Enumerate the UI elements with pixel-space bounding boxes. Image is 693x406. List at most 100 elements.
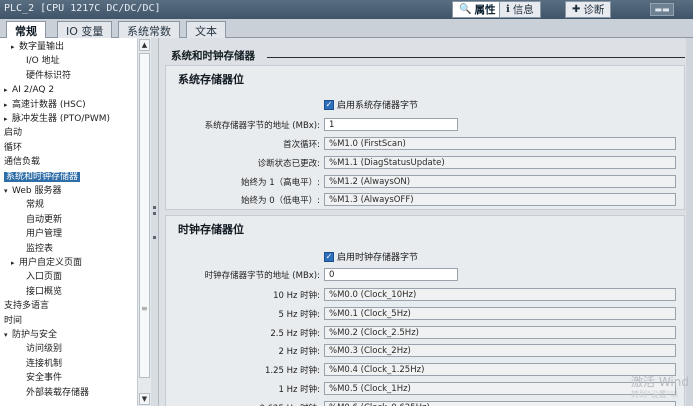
nav-item[interactable]: 支持多语言 bbox=[4, 300, 49, 312]
nav-item-label: 用户自定义页面 bbox=[19, 258, 83, 268]
system-field-value: %M1.1 (DiagStatusUpdate) bbox=[324, 155, 676, 169]
property-content: 系统和时钟存储器 系统存储器位 ✓ 启用系统存储器字节 系统存储器字节的地址 (… bbox=[159, 38, 693, 406]
tab-io-tags[interactable]: IO 变量 bbox=[57, 21, 113, 38]
nav-item[interactable]: 通信负载 bbox=[4, 156, 40, 168]
expanded-arrow-icon[interactable]: ▾ bbox=[4, 185, 12, 197]
nav-item[interactable]: ▸ 高速计数器 (HSC) bbox=[4, 99, 86, 111]
nav-item[interactable]: 硬件标识符 bbox=[26, 70, 71, 82]
section-title: 系统和时钟存储器 bbox=[171, 50, 255, 62]
splitter-grip-icon bbox=[153, 236, 156, 239]
clock-memory-address-label: 时钟存储器字节的地址 (MBx): bbox=[204, 271, 320, 281]
nav-item[interactable]: 循环 bbox=[4, 142, 22, 154]
nav-item[interactable]: ▾ 防护与安全 bbox=[4, 329, 57, 341]
nav-item[interactable]: 系统和时钟存储器 bbox=[4, 171, 81, 183]
system-memory-panel: 系统存储器位 ✓ 启用系统存储器字节 系统存储器字节的地址 (MBx): 1 首… bbox=[165, 65, 685, 210]
clock-field-value: %M0.2 (Clock_2.5Hz) bbox=[324, 325, 676, 339]
tab-info-label: 信息 bbox=[512, 4, 534, 16]
section-divider bbox=[267, 57, 685, 58]
nav-item-label: 高速计数器 (HSC) bbox=[12, 99, 86, 110]
content-scrollbar[interactable] bbox=[686, 38, 693, 406]
nav-item[interactable]: 安全事件 bbox=[26, 372, 62, 384]
nav-item[interactable]: 入口页面 bbox=[26, 271, 62, 283]
clock-field-label: 0.625 Hz 时钟: bbox=[260, 402, 320, 406]
scroll-up-icon[interactable]: ▲ bbox=[139, 39, 150, 51]
tab-properties[interactable]: 🔍 属性 bbox=[452, 1, 503, 18]
clock-memory-address-input[interactable]: 0 bbox=[324, 268, 458, 281]
collapsed-arrow-icon[interactable]: ▸ bbox=[4, 84, 12, 96]
activation-watermark: 激活 Wind bbox=[631, 375, 689, 389]
collapsed-arrow-icon[interactable]: ▸ bbox=[11, 41, 19, 53]
collapsed-arrow-icon[interactable]: ▸ bbox=[4, 99, 12, 111]
system-field-label: 始终为 0（低电平）: bbox=[241, 196, 320, 207]
splitter-grip-icon bbox=[153, 212, 156, 215]
nav-item-label: 系统和时钟存储器 bbox=[4, 171, 81, 182]
collapsed-arrow-icon[interactable]: ▸ bbox=[11, 257, 19, 269]
panel-splitter[interactable] bbox=[151, 38, 159, 406]
system-memory-enable-label: 启用系统存储器字节 bbox=[337, 101, 419, 111]
tab-general[interactable]: 常规 bbox=[6, 21, 46, 39]
tab-diagnostics-label: 诊断 bbox=[583, 4, 605, 16]
system-field-label: 首次循环: bbox=[283, 140, 320, 150]
nav-item[interactable]: I/O 地址 bbox=[26, 55, 60, 67]
nav-item[interactable]: 时间 bbox=[4, 315, 22, 327]
scroll-thumb[interactable] bbox=[139, 53, 150, 378]
clock-memory-enable-label: 启用时钟存储器字节 bbox=[337, 253, 419, 263]
tab-system-constants[interactable]: 系统常数 bbox=[118, 21, 180, 38]
nav-item[interactable]: 监控表 bbox=[26, 243, 53, 255]
title-bar: PLC_2 [CPU 1217C DC/DC/DC] 🔍 属性 ℹ 信息 ✚ 诊… bbox=[0, 0, 693, 19]
nav-item[interactable]: ▾ Web 服务器 bbox=[4, 185, 61, 197]
nav-item[interactable]: 自动更新 bbox=[26, 214, 62, 226]
nav-item-label: 访问级别 bbox=[26, 344, 63, 355]
clock-memory-enable-checkbox[interactable]: ✓ 启用时钟存储器字节 bbox=[324, 250, 418, 263]
clock-field-label: 1.25 Hz 时钟: bbox=[264, 366, 320, 377]
clock-field-value: %M0.5 (Clock_1Hz) bbox=[324, 382, 676, 395]
nav-item-label: 数字量输出 bbox=[19, 42, 65, 52]
tab-diagnostics[interactable]: ✚ 诊断 bbox=[565, 1, 612, 18]
nav-item[interactable]: ▸ 用户自定义页面 bbox=[11, 257, 82, 269]
nav-item[interactable]: 用户管理 bbox=[26, 228, 62, 240]
nav-item[interactable]: ▸ 脉冲发生器 (PTO/PWM) bbox=[4, 113, 110, 125]
clock-memory-panel: 时钟存储器位 ✓ 启用时钟存储器字节 时钟存储器字节的地址 (MBx): 0 1… bbox=[165, 215, 685, 406]
clock-field-label: 2 Hz 时钟: bbox=[278, 347, 320, 358]
nav-item-label: 时间 bbox=[4, 315, 23, 326]
scroll-grip-icon: ≡ bbox=[141, 304, 148, 313]
nav-item[interactable]: 接口概览 bbox=[26, 286, 62, 298]
info-icon: ℹ bbox=[506, 4, 510, 15]
system-field-label: 始终为 1（高电平）: bbox=[241, 177, 320, 188]
activation-watermark-sub: 转到"设置"以 bbox=[631, 390, 679, 399]
properties-icon: 🔍 bbox=[459, 4, 472, 15]
system-memory-enable-checkbox[interactable]: ✓ 启用系统存储器字节 bbox=[324, 98, 418, 111]
system-memory-address-input[interactable]: 1 bbox=[324, 118, 458, 131]
nav-item[interactable]: 启动 bbox=[4, 127, 22, 139]
nav-item[interactable]: 访问级别 bbox=[26, 343, 62, 355]
nav-item-label: 监控表 bbox=[26, 243, 54, 254]
nav-item-label: 启动 bbox=[4, 128, 23, 139]
system-field-label: 诊断状态已更改: bbox=[257, 158, 320, 169]
expanded-arrow-icon[interactable]: ▾ bbox=[4, 329, 12, 341]
tab-info[interactable]: ℹ 信息 bbox=[499, 1, 541, 18]
clock-field-value: %M0.3 (Clock_2Hz) bbox=[324, 344, 676, 358]
nav-item[interactable]: ▸ 数字量输出 bbox=[11, 41, 64, 53]
system-field-value: %M1.2 (AlwaysON) bbox=[324, 174, 676, 188]
window-title: PLC_2 [CPU 1217C DC/DC/DC] bbox=[4, 3, 161, 14]
nav-item[interactable]: 外部装载存储器 bbox=[26, 387, 89, 399]
nav-item[interactable]: ▸ AI 2/AQ 2 bbox=[4, 84, 54, 96]
tab-texts[interactable]: 文本 bbox=[186, 21, 226, 38]
nav-item-label: 支持多语言 bbox=[4, 301, 50, 312]
nav-item[interactable]: 常规 bbox=[26, 199, 44, 211]
nav-scrollbar[interactable]: ▲ ≡ ▼ bbox=[137, 38, 151, 406]
checkbox-checked-icon: ✓ bbox=[324, 99, 334, 110]
nav-item[interactable]: 连接机制 bbox=[26, 358, 62, 370]
nav-item-label: 用户管理 bbox=[26, 229, 63, 240]
system-field-value: %M1.3 (AlwaysOFF) bbox=[324, 193, 676, 207]
navigation-tree: ▸ 数字量输出 I/O 地址 硬件标识符 ▸ AI 2/AQ 2 ▸ 高速计数器 (HSC) ▸… bbox=[0, 38, 148, 406]
nav-item-label: Web 服务器 bbox=[12, 186, 62, 196]
collapsed-arrow-icon[interactable]: ▸ bbox=[4, 113, 12, 125]
minimize-panel-button[interactable]: ▬▬ bbox=[650, 3, 674, 16]
splitter-grip-icon bbox=[153, 206, 156, 209]
scroll-down-icon[interactable]: ▼ bbox=[139, 393, 150, 405]
system-memory-address-label: 系统存储器字节的地址 (MBx): bbox=[204, 121, 320, 131]
clock-field-value: %M0.1 (Clock_5Hz) bbox=[324, 306, 676, 320]
clock-field-label: 5 Hz 时钟: bbox=[278, 309, 320, 320]
nav-item-label: I/O 地址 bbox=[26, 56, 60, 67]
